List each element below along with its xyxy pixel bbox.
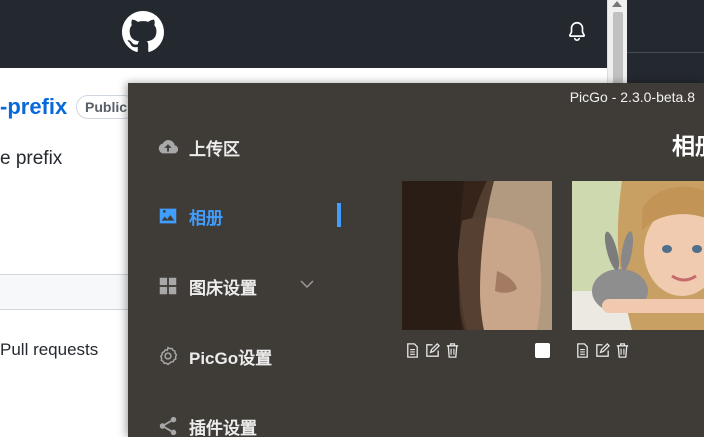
nav-item-picbed-settings[interactable]: 图床设置 — [157, 273, 257, 299]
cloud-upload-icon — [157, 136, 179, 158]
delete-icon[interactable] — [614, 342, 631, 359]
chevron-down-icon[interactable] — [300, 279, 314, 289]
repo-nav-band — [0, 275, 130, 309]
github-header — [0, 0, 607, 68]
divider — [0, 274, 130, 275]
divider — [0, 309, 130, 310]
nav-item-label: 相册 — [189, 208, 223, 228]
pull-requests-tab[interactable]: Pull requests — [0, 340, 98, 360]
nav-item-picgo-settings[interactable]: PicGo设置 — [157, 343, 272, 369]
bell-icon[interactable] — [566, 20, 588, 42]
card-actions — [572, 342, 704, 362]
girl-with-rabbit-photo — [572, 181, 704, 330]
grid-icon — [157, 275, 179, 297]
card-actions — [402, 342, 552, 362]
nav-item-label: 图床设置 — [189, 278, 257, 298]
delete-icon[interactable] — [444, 342, 461, 359]
gallery-card[interactable] — [402, 181, 552, 362]
repo-description: e prefix — [0, 148, 63, 169]
page-title: 相册 — [672, 133, 704, 159]
scroll-up-arrow-icon[interactable] — [612, 1, 622, 7]
gallery-card[interactable] — [572, 181, 704, 362]
nav-item-gallery[interactable]: 相册 — [157, 203, 223, 229]
select-checkbox[interactable] — [535, 343, 550, 358]
nav-item-upload[interactable]: 上传区 — [157, 134, 240, 160]
gear-icon — [157, 345, 179, 367]
share-icon — [157, 415, 179, 437]
copy-icon[interactable] — [404, 342, 421, 359]
nav-item-label: 插件设置 — [189, 418, 257, 437]
picgo-window: PicGo - 2.3.0-beta.8 上传区 相册 图床设置 PicGo设置… — [128, 83, 704, 437]
divider — [627, 52, 704, 53]
repo-name-link[interactable]: -prefix — [0, 94, 67, 120]
nav-item-plugin-settings[interactable]: 插件设置 — [157, 413, 257, 437]
edit-icon[interactable] — [594, 342, 611, 359]
browser-scrollbar[interactable] — [607, 0, 628, 90]
nav-active-indicator — [337, 203, 341, 227]
visibility-badge: Public — [76, 95, 137, 119]
image-thumbnail[interactable] — [572, 181, 704, 330]
edit-icon[interactable] — [424, 342, 441, 359]
app-version: PicGo - 2.3.0-beta.8 — [569, 89, 695, 105]
scrollbar-thumb[interactable] — [613, 12, 623, 90]
github-logo-icon[interactable] — [122, 11, 164, 53]
copy-icon[interactable] — [574, 342, 591, 359]
nav-item-label: 上传区 — [189, 139, 240, 159]
image-thumbnail[interactable] — [402, 181, 552, 330]
nav-item-label: PicGo设置 — [189, 348, 273, 368]
image-icon — [157, 205, 179, 227]
woman-closeup-photo — [402, 181, 552, 330]
background-window — [627, 0, 704, 83]
